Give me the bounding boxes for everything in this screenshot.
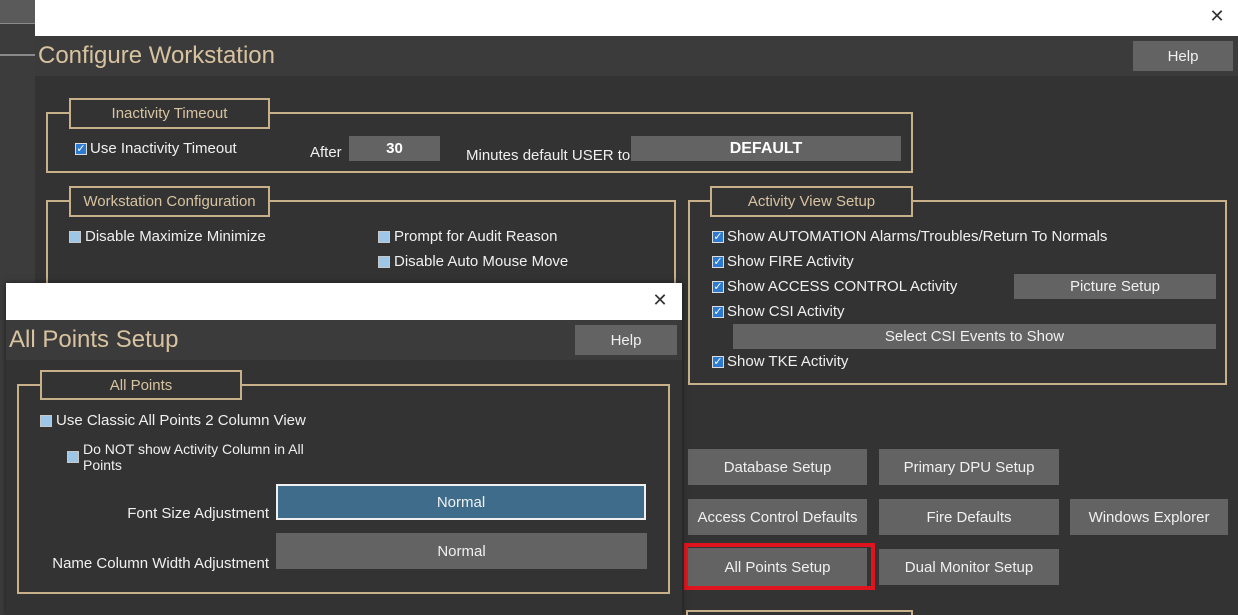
- show-automation-checkbox[interactable]: ✓: [712, 231, 724, 243]
- all-points-setup-button[interactable]: All Points Setup: [688, 548, 867, 586]
- dialog-header: All Points Setup Help: [6, 320, 682, 360]
- all-points-dialog: ✕ All Points Setup Help All Points Use C…: [6, 283, 682, 615]
- show-csi-label: Show CSI Activity: [727, 303, 845, 320]
- name-column-width-select[interactable]: Normal: [276, 533, 647, 569]
- font-size-adjustment-label: Font Size Adjustment: [127, 505, 269, 522]
- select-csi-events-button[interactable]: Select CSI Events to Show: [733, 324, 1216, 349]
- lower-group-border: [686, 610, 913, 615]
- configure-window-title: Configure Workstation: [38, 42, 275, 69]
- show-csi-checkbox[interactable]: ✓: [712, 306, 724, 318]
- use-inactivity-timeout-label: Use Inactivity Timeout: [90, 140, 237, 157]
- after-label: After: [310, 144, 342, 161]
- dialog-close-icon[interactable]: ✕: [646, 290, 674, 314]
- configure-window-header: Configure Workstation Help: [35, 36, 1238, 76]
- show-access-control-label: Show ACCESS CONTROL Activity: [727, 278, 958, 295]
- disable-maximize-minimize-label: Disable Maximize Minimize: [85, 228, 266, 245]
- no-activity-column-checkbox[interactable]: [67, 451, 79, 463]
- dialog-titlebar: ✕: [6, 283, 682, 320]
- inactivity-timeout-legend: Inactivity Timeout: [69, 98, 270, 129]
- disable-auto-mouse-move-checkbox[interactable]: [378, 256, 390, 268]
- dialog-title: All Points Setup: [9, 326, 179, 353]
- show-fire-label: Show FIRE Activity: [727, 253, 854, 270]
- minutes-default-user-label: Minutes default USER to:: [466, 147, 635, 164]
- show-access-control-checkbox[interactable]: ✓: [712, 281, 724, 293]
- font-size-adjustment-select[interactable]: Normal: [276, 484, 646, 520]
- no-activity-column-label: Do NOT show Activity Column in All Point…: [83, 441, 304, 471]
- access-control-defaults-button[interactable]: Access Control Defaults: [688, 499, 867, 535]
- windows-explorer-button[interactable]: Windows Explorer: [1070, 499, 1228, 535]
- dual-monitor-setup-button[interactable]: Dual Monitor Setup: [879, 549, 1059, 585]
- configure-help-button[interactable]: Help: [1133, 41, 1233, 71]
- use-inactivity-timeout-checkbox[interactable]: ✓: [75, 143, 87, 155]
- picture-setup-button[interactable]: Picture Setup: [1014, 274, 1216, 299]
- prompt-audit-reason-label: Prompt for Audit Reason: [394, 228, 558, 245]
- configure-close-icon[interactable]: ✕: [1203, 6, 1231, 30]
- workstation-configuration-legend: Workstation Configuration: [69, 186, 270, 217]
- dialog-help-button[interactable]: Help: [575, 325, 677, 355]
- disable-maximize-minimize-checkbox[interactable]: [69, 231, 81, 243]
- show-tke-checkbox[interactable]: ✓: [712, 356, 724, 368]
- show-automation-label: Show AUTOMATION Alarms/Troubles/Return T…: [727, 228, 1108, 245]
- configure-window-titlebar: ✕: [35, 0, 1238, 36]
- classic-view-checkbox[interactable]: [40, 415, 52, 427]
- activity-view-setup-legend: Activity View Setup: [710, 186, 913, 217]
- show-fire-checkbox[interactable]: ✓: [712, 256, 724, 268]
- left-strip-top-accent: [0, 0, 35, 24]
- database-setup-button[interactable]: Database Setup: [688, 449, 867, 485]
- classic-view-label: Use Classic All Points 2 Column View: [56, 412, 306, 429]
- primary-dpu-setup-button[interactable]: Primary DPU Setup: [879, 449, 1059, 485]
- show-tke-label: Show TKE Activity: [727, 353, 849, 370]
- all-points-legend: All Points: [40, 370, 242, 400]
- name-column-width-label: Name Column Width Adjustment: [52, 555, 269, 572]
- default-user-field[interactable]: DEFAULT: [631, 136, 901, 161]
- disable-auto-mouse-move-label: Disable Auto Mouse Move: [394, 253, 569, 270]
- left-strip-line: [0, 54, 35, 56]
- timeout-minutes-field[interactable]: 30: [349, 136, 440, 161]
- prompt-audit-reason-checkbox[interactable]: [378, 231, 390, 243]
- fire-defaults-button[interactable]: Fire Defaults: [879, 499, 1059, 535]
